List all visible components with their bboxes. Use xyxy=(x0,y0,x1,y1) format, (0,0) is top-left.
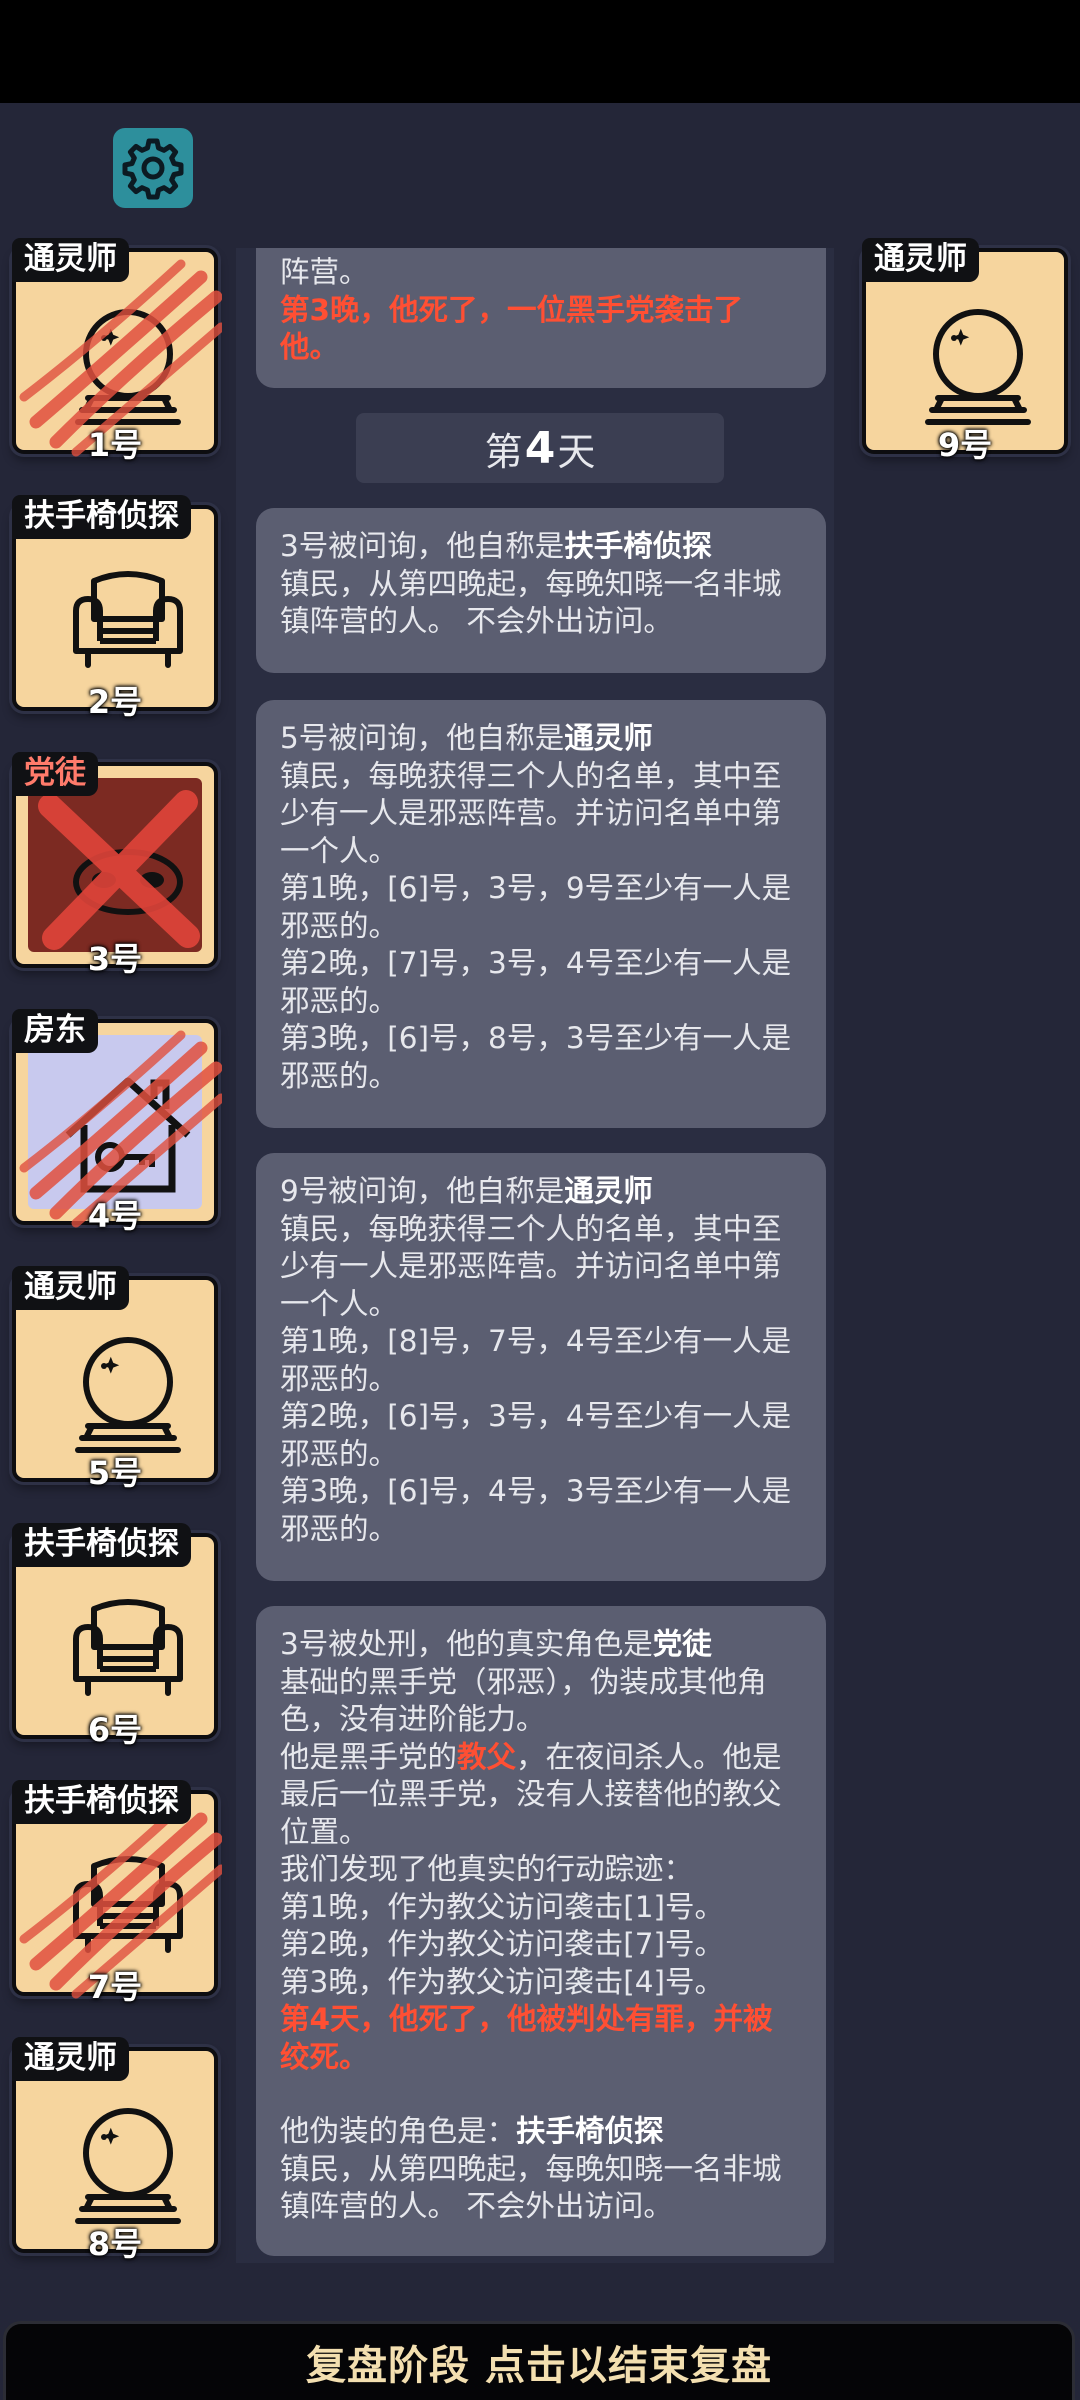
role-tag: 扶手椅侦探 xyxy=(12,1780,191,1824)
claimed-role: 通灵师 xyxy=(564,721,653,755)
player-portrait xyxy=(28,1806,202,1980)
armchair-icon xyxy=(58,551,198,691)
disguise-lead: 他伪装的角色是： xyxy=(280,2114,517,2148)
player-portrait xyxy=(28,1549,202,1723)
house-key-icon xyxy=(58,1065,198,1205)
player-tile-6[interactable]: 扶手椅侦探 6号 xyxy=(12,1523,218,1749)
action-trail: ，在夜间杀人。他是最后一位黑手党，没有人接替他的教父位置。 我们发现了他真实的行… xyxy=(280,1739,782,1999)
player-portrait xyxy=(28,1035,202,1209)
player-portrait xyxy=(28,521,202,695)
claim-lead: 5号被问询，他自称是 xyxy=(280,721,565,755)
player-tile-7[interactable]: 扶手椅侦探 7号 xyxy=(12,1780,218,2006)
claim-lead: 3号被问询，他自称是 xyxy=(280,529,565,563)
day-number: 4 xyxy=(524,422,556,474)
role-tag: 通灵师 xyxy=(12,2037,129,2081)
log-text: 阵营。 xyxy=(280,255,369,289)
player-portrait xyxy=(28,778,202,952)
day-suffix: 天 xyxy=(557,429,596,474)
role-tag: 党徒 xyxy=(12,752,98,796)
seat-number: 4号 xyxy=(87,1197,143,1235)
log-card-night3-death: 阵营。 第3晚，他死了，一位黑手党袭击了他。 xyxy=(256,248,826,388)
role-tag: 通灵师 xyxy=(12,1266,129,1310)
disguise-description: 镇民，从第四晚起，每晚知晓一名非城镇阵营的人。 不会外出访问。 xyxy=(280,2151,782,2224)
settings-button[interactable] xyxy=(113,128,193,208)
death-notice: 第3晚，他死了，一位黑手党袭击了他。 xyxy=(280,292,744,365)
role-tag: 房东 xyxy=(12,1009,98,1053)
seat-number: 7号 xyxy=(87,1968,143,2006)
player-tile-4[interactable]: 房东 4号 xyxy=(12,1009,218,1235)
armchair-icon xyxy=(58,1836,198,1976)
log-card-claim-5: 5号被问询，他自称是通灵师 镇民，每晚获得三个人的名单，其中至少有一人是邪恶阵营… xyxy=(256,700,826,1128)
end-review-button[interactable]: 复盘阶段 点击以结束复盘 xyxy=(3,2321,1075,2400)
seat-number: 8号 xyxy=(87,2225,143,2263)
role-tag: 扶手椅侦探 xyxy=(12,495,191,539)
crystal-ball-icon xyxy=(58,1322,198,1462)
player-tile-5[interactable]: 通灵师 5号 xyxy=(12,1266,218,1492)
armchair-icon xyxy=(58,1579,198,1719)
log-card-claim-9: 9号被问询，他自称是通灵师 镇民，每晚获得三个人的名单，其中至少有一人是邪恶阵营… xyxy=(256,1153,826,1581)
log-card-execution-3: 3号被处刑，他的真实角色是党徒 基础的黑手党（邪恶），伪装成其他角色，没有进阶能… xyxy=(256,1606,826,2256)
crystal-ball-icon xyxy=(58,294,198,434)
player-portrait xyxy=(28,1292,202,1466)
player-tile-1[interactable]: 通灵师 1号 xyxy=(12,238,218,464)
disguise-role: 扶手椅侦探 xyxy=(516,2114,664,2148)
day-prefix: 第 xyxy=(484,429,523,474)
game-log-panel[interactable]: 阵营。 第3晚，他死了，一位黑手党袭击了他。 第4天 3号被问询，他自称是扶手椅… xyxy=(236,248,834,2263)
day-header: 第4天 xyxy=(356,413,724,483)
claimed-role: 扶手椅侦探 xyxy=(564,529,712,563)
crystal-ball-icon xyxy=(58,2093,198,2233)
end-review-label: 复盘阶段 点击以结束复盘 xyxy=(306,2343,772,2389)
true-role: 党徒 xyxy=(652,1627,712,1661)
player-tile-8[interactable]: 通灵师 8号 xyxy=(12,2037,218,2263)
death-notice: 第4天，他死了，他被判处有罪，并被绞死。 xyxy=(280,2002,773,2074)
seat-number: 6号 xyxy=(87,1711,143,1749)
player-portrait xyxy=(28,2063,202,2237)
role-tag: 通灵师 xyxy=(12,238,129,282)
cross-icon xyxy=(38,790,200,950)
player-tile-9[interactable]: 通灵师 9号 xyxy=(862,238,1068,464)
player-portrait xyxy=(878,264,1052,438)
role-description: 镇民，每晚获得三个人的名单，其中至少有一人是邪恶阵营。并访问名单中第一个人。 第… xyxy=(280,1211,792,1546)
seat-number: 2号 xyxy=(87,683,143,721)
seat-number: 3号 xyxy=(87,940,143,978)
role-tag: 扶手椅侦探 xyxy=(12,1523,191,1567)
player-portrait xyxy=(28,264,202,438)
role-description: 镇民，从第四晚起，每晚知晓一名非城镇阵营的人。 不会外出访问。 xyxy=(280,566,782,639)
player-tile-2[interactable]: 扶手椅侦探 2号 xyxy=(12,495,218,721)
execution-lead: 3号被处刑，他的真实角色是 xyxy=(280,1627,653,1661)
role-description: 镇民，每晚获得三个人的名单，其中至少有一人是邪恶阵营。并访问名单中第一个人。 第… xyxy=(280,758,792,1093)
status-bar xyxy=(0,0,1080,103)
seat-number: 1号 xyxy=(87,426,143,464)
godfather-label: 教父 xyxy=(457,1739,517,1774)
claim-lead: 9号被问询，他自称是 xyxy=(280,1174,565,1208)
role-tag: 通灵师 xyxy=(862,238,979,282)
log-card-claim-3: 3号被问询，他自称是扶手椅侦探 镇民，从第四晚起，每晚知晓一名非城镇阵营的人。 … xyxy=(256,508,826,673)
player-tile-3[interactable]: 党徒 3号 xyxy=(12,752,218,978)
crystal-ball-icon xyxy=(908,294,1048,434)
seat-number: 5号 xyxy=(87,1454,143,1492)
claimed-role: 通灵师 xyxy=(564,1174,653,1208)
gear-icon xyxy=(122,138,184,200)
seat-number: 9号 xyxy=(937,426,993,464)
